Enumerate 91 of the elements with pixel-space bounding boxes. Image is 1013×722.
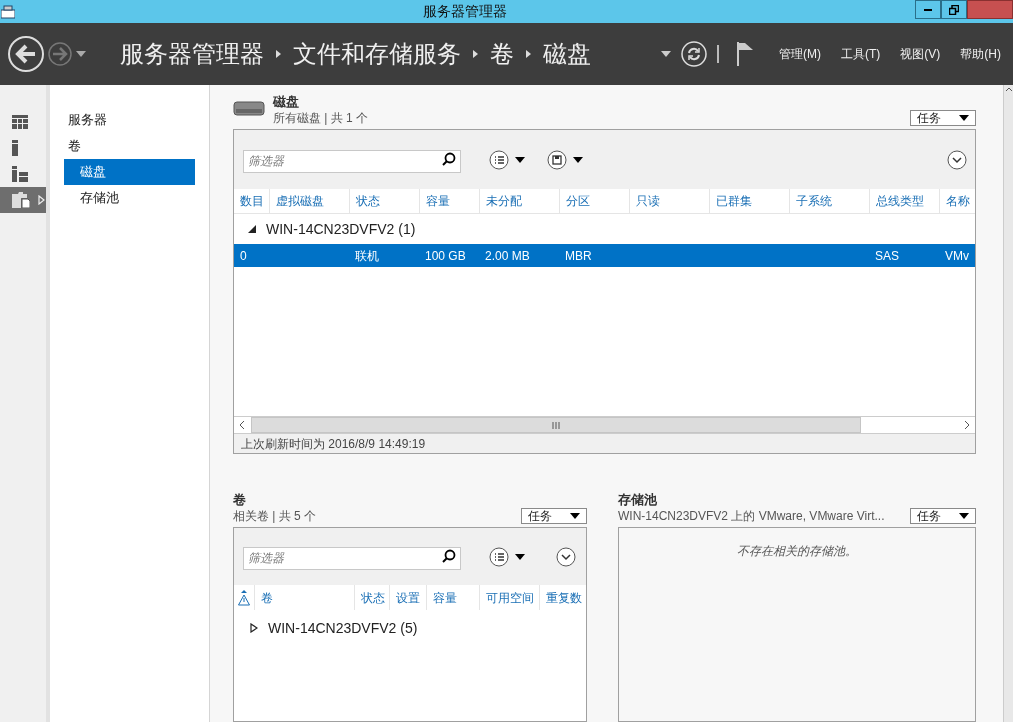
tasks-button[interactable]: 任务 <box>910 110 976 126</box>
flag-icon[interactable] <box>737 42 755 66</box>
nav-item[interactable]: 存储池 <box>64 185 195 211</box>
column-header[interactable]: 名称 <box>939 189 969 213</box>
refresh-time-text: 上次刷新时间为 2016/8/9 14:49:19 <box>241 435 426 453</box>
group-label: WIN-14CN23DVFV2 (5) <box>268 618 418 638</box>
table-cell: 0 <box>240 248 247 263</box>
column-header[interactable]: 状态 <box>349 189 419 213</box>
breadcrumb-item[interactable]: 服务器管理器 <box>120 36 264 72</box>
column-header[interactable]: 数目 <box>234 189 269 213</box>
list-icon[interactable] <box>489 546 509 567</box>
dropdown-caret-icon <box>661 51 671 57</box>
table-cell: 2.00 MB <box>485 248 530 263</box>
window-title: 服务器管理器 <box>422 2 508 21</box>
expand-arrow-icon <box>38 195 45 205</box>
chevron-icon <box>276 50 281 58</box>
table-cell: VMv <box>945 248 969 263</box>
filter-field[interactable]: 筛选器 <box>243 546 461 570</box>
section-subtitle: WIN-14CN23DVFV2 上的 VMware, VMware Virt... <box>618 508 885 524</box>
table-row[interactable]: 0 联机 100 GB 2.00 MB MBR SAS VMv <box>234 244 975 267</box>
minimize-icon <box>924 8 932 11</box>
column-header[interactable]: 已群集 <box>709 189 789 213</box>
column-header[interactable]: 分区 <box>559 189 629 213</box>
caret-icon <box>570 513 580 519</box>
section-title: 卷 <box>233 492 247 508</box>
nav-item[interactable]: 服务器 <box>64 107 195 133</box>
table-cell: MBR <box>565 248 592 263</box>
expand-icon[interactable] <box>947 149 967 170</box>
breadcrumb-item[interactable]: 文件和存储服务 <box>293 36 461 72</box>
vertical-scrollbar[interactable] <box>1003 85 1013 722</box>
list-caret-icon <box>515 553 525 560</box>
nav-item[interactable]: 磁盘 <box>64 159 195 185</box>
column-header[interactable]: 可用空间 <box>479 585 539 610</box>
caret-icon <box>959 513 969 519</box>
save-icon[interactable] <box>547 149 567 170</box>
expanded-icon[interactable] <box>248 225 256 233</box>
chevron-icon <box>526 50 531 58</box>
scrollbar-thumb[interactable] <box>251 417 861 433</box>
restore-button[interactable] <box>941 0 967 19</box>
nav-item[interactable]: 卷 <box>64 133 195 159</box>
column-header[interactable]: 重复数 <box>539 585 584 610</box>
column-header[interactable]: 状态 <box>354 585 389 610</box>
list-caret-icon <box>515 156 525 163</box>
column-header[interactable]: 设置 <box>389 585 426 610</box>
search-icon <box>442 152 456 166</box>
chevron-icon <box>473 50 478 58</box>
column-header[interactable]: 卷 <box>254 585 354 610</box>
forward-icon[interactable] <box>48 42 72 66</box>
history-caret-icon <box>76 51 86 57</box>
expand-icon[interactable] <box>556 546 576 567</box>
breadcrumb-item[interactable]: 磁盘 <box>543 36 591 72</box>
server-icon <box>12 140 18 156</box>
dashboard-icon <box>12 115 28 129</box>
section-title: 磁盘 <box>273 94 300 110</box>
restore-icon <box>949 4 959 15</box>
back-icon[interactable] <box>8 36 44 72</box>
empty-message: 不存在相关的存储池。 <box>737 543 857 560</box>
tasks-button[interactable]: 任务 <box>910 508 976 524</box>
rail-item[interactable] <box>0 187 46 213</box>
caret-icon <box>959 115 969 121</box>
column-header[interactable]: 容量 <box>419 189 479 213</box>
tasks-button[interactable]: 任务 <box>521 508 587 524</box>
menu-item[interactable]: 视图(V) <box>900 45 941 63</box>
column-header[interactable]: 只读 <box>629 189 709 213</box>
column-header[interactable]: 子系统 <box>789 189 869 213</box>
menu-item[interactable]: 工具(T) <box>841 45 881 63</box>
column-header[interactable]: 虚拟磁盘 <box>269 189 349 213</box>
column-header[interactable]: 未分配 <box>479 189 559 213</box>
column-header[interactable]: 总线类型 <box>869 189 939 213</box>
breadcrumb-item[interactable]: 卷 <box>490 36 514 72</box>
servers-icon <box>12 166 28 182</box>
save-caret-icon <box>573 156 583 163</box>
section-subtitle: 所有磁盘 | 共 1 个 <box>273 110 369 126</box>
filter-field[interactable]: 筛选器 <box>243 149 461 173</box>
warning-sort-icon[interactable] <box>238 589 250 606</box>
group-label: WIN-14CN23DVFV2 (1) <box>266 219 416 239</box>
file-services-icon <box>12 192 30 208</box>
column-header[interactable]: 容量 <box>426 585 479 610</box>
app-icon <box>1 4 15 19</box>
table-cell: SAS <box>875 248 899 263</box>
menu-item[interactable]: 管理(M) <box>779 45 821 63</box>
list-icon[interactable] <box>489 149 509 170</box>
table-cell: 100 GB <box>425 248 466 263</box>
refresh-icon[interactable] <box>681 41 707 67</box>
collapsed-icon[interactable] <box>250 623 258 633</box>
section-title: 存储池 <box>618 492 658 508</box>
search-icon <box>442 549 456 563</box>
table-cell: 联机 <box>355 248 379 263</box>
minimize-button[interactable] <box>915 0 941 19</box>
menu-item[interactable]: 帮助(H) <box>960 45 1001 63</box>
section-subtitle: 相关卷 | 共 5 个 <box>233 508 317 524</box>
